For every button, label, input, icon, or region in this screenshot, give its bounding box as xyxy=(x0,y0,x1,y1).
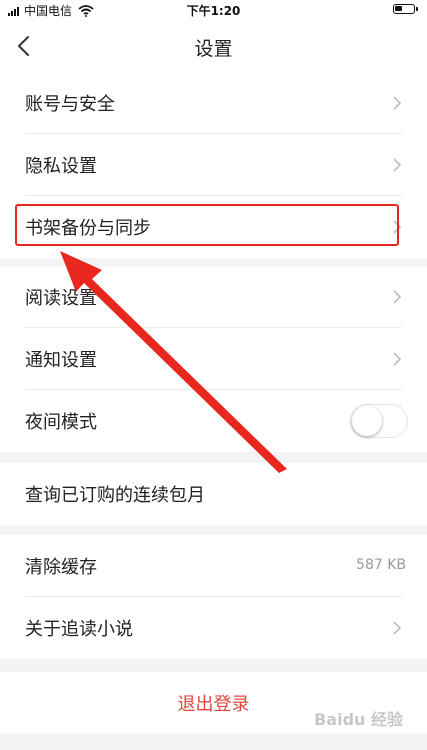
item-label: 关于追读小说 xyxy=(25,619,133,640)
item-label: 通知设置 xyxy=(25,350,97,371)
chevron-right-icon xyxy=(393,96,402,110)
settings-group-reading: 阅读设置 通知设置 夜间模式 xyxy=(0,266,427,452)
settings-group-misc: 清除缓存 587 KB 关于追读小说 xyxy=(0,535,427,659)
annotation-highlight-box xyxy=(15,204,399,246)
status-bar: 中国电信 下午1:20 xyxy=(0,0,427,20)
item-label: 隐私设置 xyxy=(25,156,97,177)
chevron-right-icon xyxy=(393,158,402,172)
cache-size-value: 587 KB xyxy=(356,557,406,573)
item-label: 账号与安全 xyxy=(25,94,115,115)
watermark-logo: Baidu 经验 xyxy=(314,710,403,729)
settings-item-privacy[interactable]: 隐私设置 xyxy=(25,134,402,196)
item-label: 查询已订购的连续包月 xyxy=(25,485,205,506)
settings-item-subscription-query[interactable]: 查询已订购的连续包月 xyxy=(25,463,402,525)
chevron-right-icon xyxy=(393,352,402,366)
item-label: 阅读设置 xyxy=(25,288,97,309)
settings-item-clear-cache[interactable]: 清除缓存 587 KB xyxy=(25,535,406,597)
item-label: 夜间模式 xyxy=(25,412,97,433)
toggle-knob xyxy=(352,406,382,436)
battery-icon xyxy=(393,4,418,14)
settings-group-subscription: 查询已订购的连续包月 xyxy=(0,463,427,525)
item-label: 清除缓存 xyxy=(25,557,97,578)
settings-item-reading[interactable]: 阅读设置 xyxy=(25,266,402,328)
chevron-right-icon xyxy=(393,621,402,635)
status-time: 下午1:20 xyxy=(186,4,241,18)
settings-item-account-security[interactable]: 账号与安全 xyxy=(25,72,402,134)
night-mode-toggle[interactable] xyxy=(350,404,408,438)
bottom-strip xyxy=(0,734,427,750)
settings-item-notifications[interactable]: 通知设置 xyxy=(25,328,402,390)
settings-item-about[interactable]: 关于追读小说 xyxy=(25,597,402,659)
chevron-right-icon xyxy=(393,290,402,304)
settings-item-night-mode: 夜间模式 xyxy=(25,390,408,452)
page-title: 设置 xyxy=(194,38,233,60)
navigation-bar: 设置 xyxy=(0,20,427,72)
